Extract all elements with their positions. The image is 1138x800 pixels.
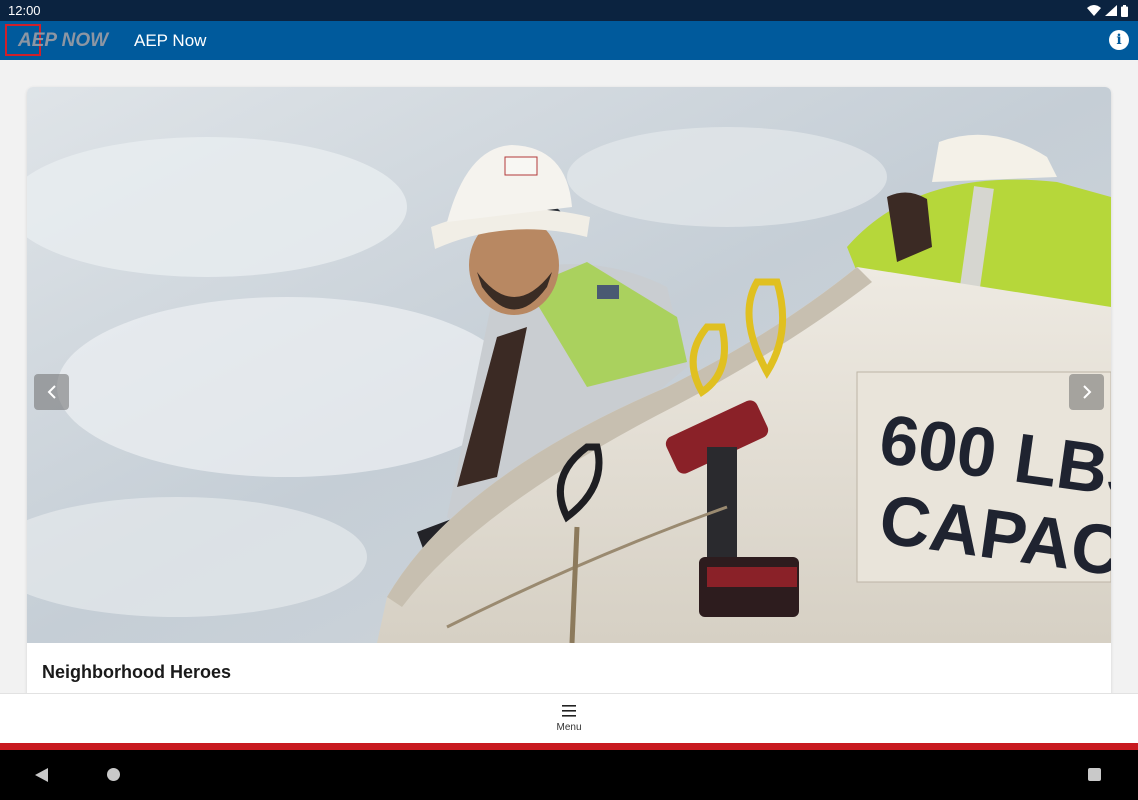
status-bar: 12:00 bbox=[0, 0, 1138, 21]
chevron-right-icon bbox=[1082, 385, 1091, 399]
app-title: AEP Now bbox=[134, 30, 207, 50]
back-icon[interactable] bbox=[35, 768, 48, 782]
bottom-nav: Menu bbox=[0, 693, 1138, 745]
brand-accent-bar bbox=[0, 743, 1138, 750]
featured-story-card[interactable]: 600 LBS CAPACITY Neighborhood Heroes bbox=[27, 87, 1111, 727]
hero-image: 600 LBS CAPACITY bbox=[27, 87, 1111, 643]
battery-icon bbox=[1121, 4, 1128, 17]
signal-icon bbox=[1105, 5, 1117, 16]
menu-label: Menu bbox=[556, 722, 582, 733]
aep-now-logo: AEP NOW bbox=[4, 21, 122, 60]
wifi-icon bbox=[1087, 5, 1101, 16]
system-nav-bar bbox=[0, 750, 1138, 800]
carousel-next-button[interactable] bbox=[1069, 374, 1104, 410]
status-time: 12:00 bbox=[8, 3, 41, 18]
menu-button[interactable]: Menu bbox=[544, 702, 594, 742]
lineworkers-photo: 600 LBS CAPACITY bbox=[27, 87, 1111, 643]
recents-icon[interactable] bbox=[1088, 768, 1101, 781]
hamburger-icon bbox=[562, 705, 576, 717]
info-icon[interactable]: i bbox=[1109, 30, 1129, 50]
carousel-prev-button[interactable] bbox=[34, 374, 69, 410]
logo-text: AEP NOW bbox=[18, 29, 109, 51]
status-icons bbox=[1087, 4, 1128, 17]
home-icon[interactable] bbox=[107, 768, 120, 781]
story-title[interactable]: Neighborhood Heroes bbox=[42, 662, 231, 683]
app-bar: AEP NOW AEP Now i bbox=[0, 21, 1138, 60]
chevron-left-icon bbox=[47, 385, 56, 399]
